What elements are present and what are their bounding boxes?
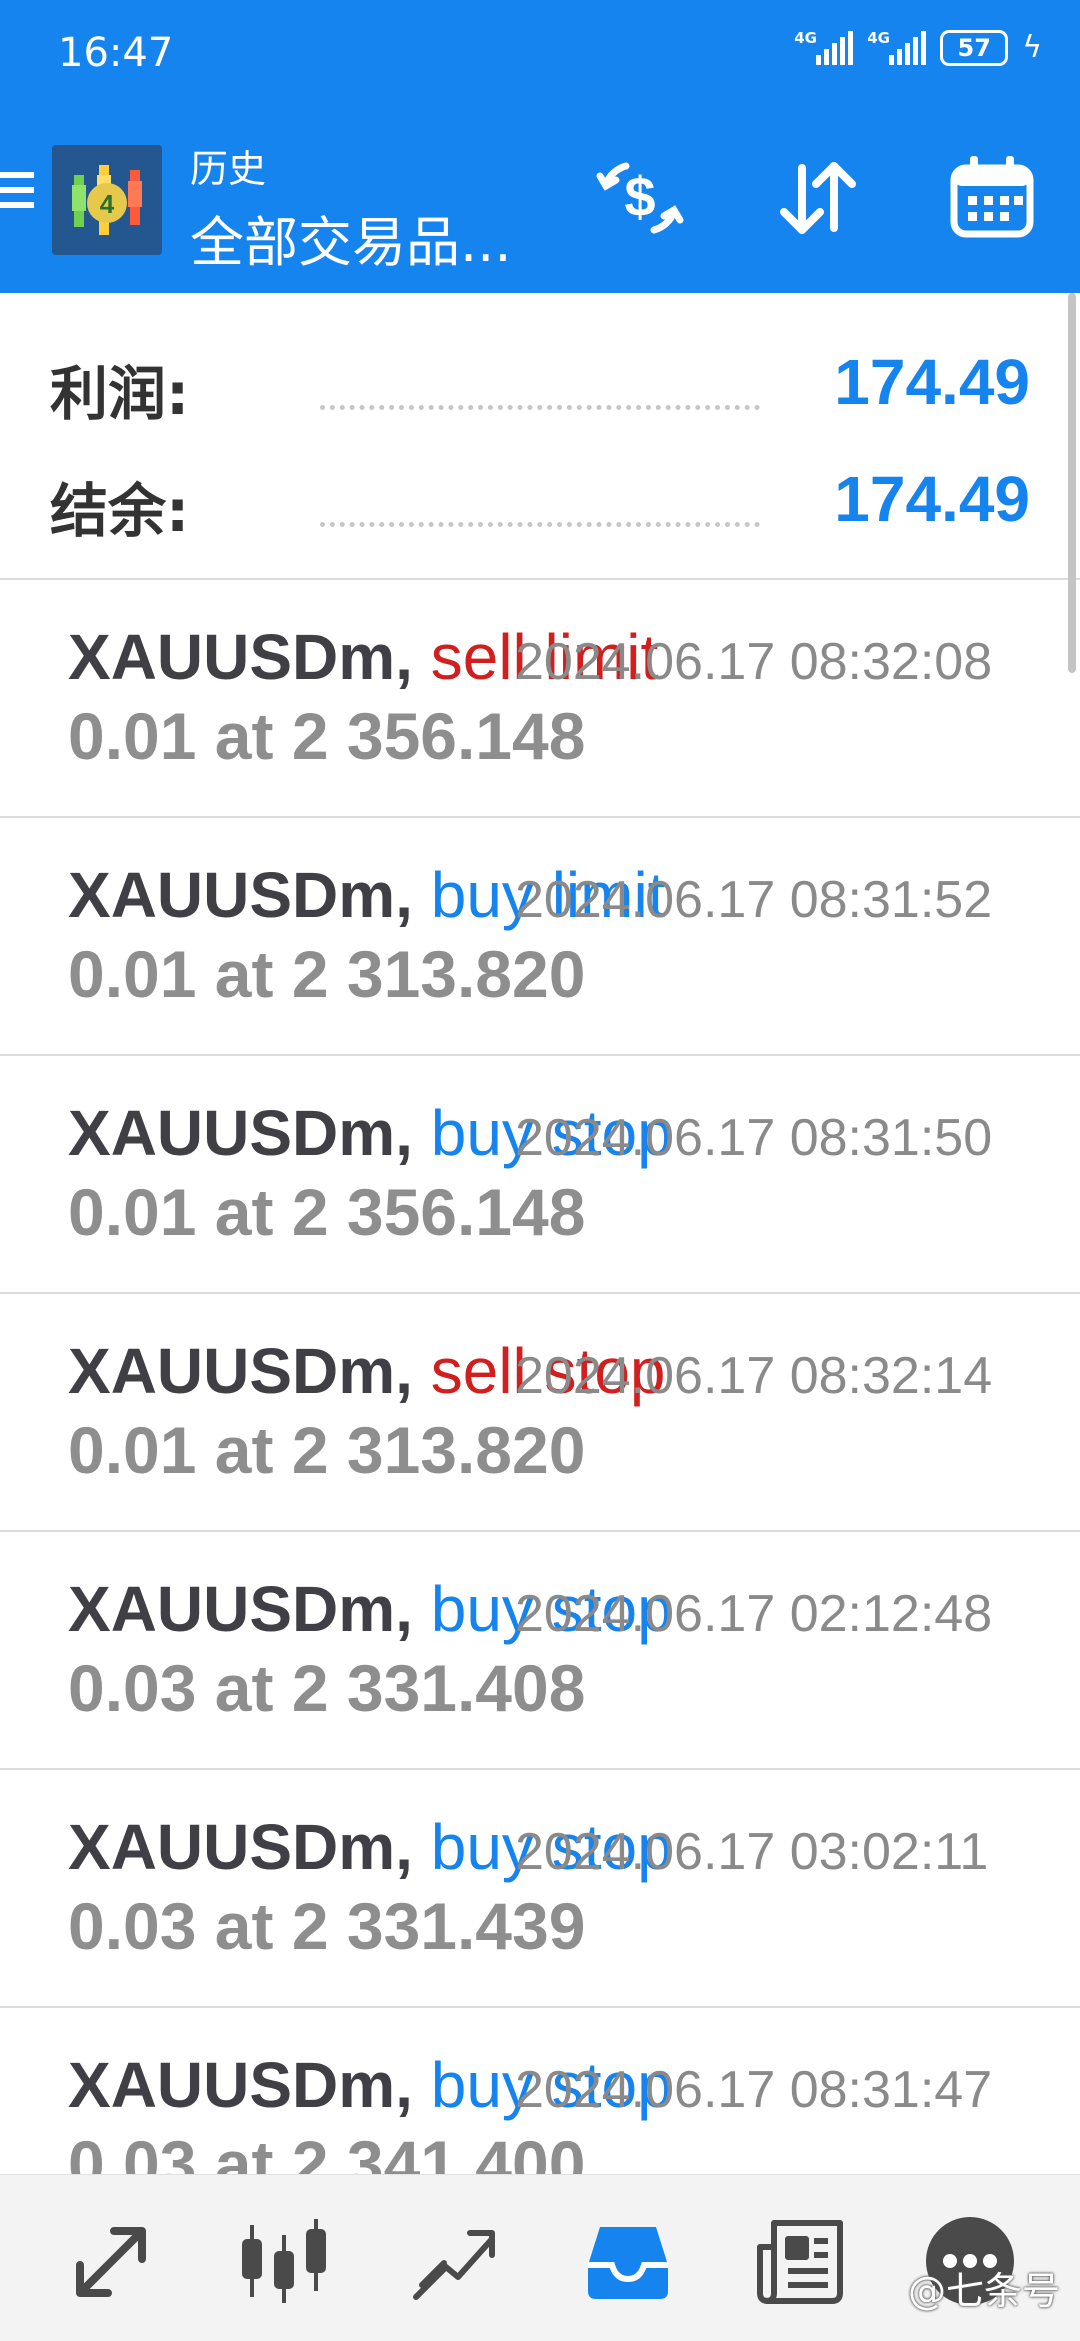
balance-label: 结余:: [50, 477, 190, 545]
order-time: 2024.06.17 08:31:52: [515, 871, 993, 929]
battery-icon: 57: [940, 30, 1009, 66]
order-volume-price: 0.01 at 2 356.148: [68, 1175, 586, 1249]
order-row[interactable]: XAUUSDm, buy stop 2024.06.17 02:12:48 0.…: [0, 1532, 1080, 1770]
order-time: 2024.06.17 08:31:47: [515, 2061, 993, 2119]
order-row[interactable]: XAUUSDm, sell limit 2024.06.17 08:32:08 …: [0, 580, 1080, 818]
order-row[interactable]: XAUUSDm, buy stop 2024.06.17 08:31:47 0.…: [0, 2008, 1080, 2174]
bottom-navigation: @七条号: [0, 2174, 1080, 2341]
trade-icon[interactable]: [406, 2213, 502, 2309]
order-volume-price: 0.01 at 2 313.820: [68, 937, 586, 1011]
order-history-list: XAUUSDm, sell limit 2024.06.17 08:32:08 …: [0, 580, 1080, 2174]
calendar-icon[interactable]: [944, 150, 1040, 246]
deposit-icon[interactable]: $: [592, 150, 688, 246]
menu-icon[interactable]: [0, 172, 34, 222]
order-volume-price: 0.01 at 2 356.148: [68, 699, 586, 773]
app-header: 16:47 4G 4G 57 ϟ 4 历史 全部交易品... $: [0, 0, 1080, 293]
profit-row: 利润: 174.49: [0, 333, 1080, 428]
status-time: 16:47: [58, 30, 174, 76]
quotes-icon[interactable]: [64, 2213, 160, 2309]
signal-icon: 4G: [867, 31, 927, 65]
order-row[interactable]: XAUUSDm, buy stop 2024.06.17 08:31:50 0.…: [0, 1056, 1080, 1294]
page-title: 历史: [190, 147, 267, 191]
order-time: 2024.06.17 08:32:08: [515, 633, 993, 691]
order-row[interactable]: XAUUSDm, buy limit 2024.06.17 08:31:52 0…: [0, 818, 1080, 1056]
order-symbol: XAUUSDm,: [68, 1811, 413, 1883]
sort-icon[interactable]: [770, 150, 866, 246]
order-symbol: XAUUSDm,: [68, 1335, 413, 1407]
history-summary: 利润: 174.49 结余: 174.49: [0, 293, 1080, 580]
charging-icon: ϟ: [1022, 30, 1042, 65]
chart-icon[interactable]: [236, 2213, 332, 2309]
status-icons: 4G 4G 57 ϟ: [794, 30, 1042, 66]
order-symbol: XAUUSDm,: [68, 1573, 413, 1645]
profit-label: 利润:: [50, 360, 190, 428]
order-volume-price: 0.03 at 2 331.408: [68, 1651, 586, 1725]
order-row[interactable]: XAUUSDm, buy stop 2024.06.17 03:02:11 0.…: [0, 1770, 1080, 2008]
order-time: 2024.06.17 08:31:50: [515, 1109, 993, 1167]
news-icon[interactable]: [752, 2213, 848, 2309]
order-time: 2024.06.17 03:02:11: [515, 1823, 989, 1881]
order-time: 2024.06.17 02:12:48: [515, 1585, 993, 1643]
profit-value: 174.49: [834, 346, 1030, 418]
symbol-filter[interactable]: 全部交易品...: [190, 198, 512, 277]
order-volume-price: 0.01 at 2 313.820: [68, 1413, 586, 1487]
balance-value: 174.49: [834, 463, 1030, 535]
history-icon[interactable]: [580, 2213, 676, 2309]
svg-text:4: 4: [100, 189, 115, 219]
order-symbol: XAUUSDm,: [68, 1097, 413, 1169]
order-time: 2024.06.17 08:32:14: [515, 1347, 993, 1405]
watermark: @七条号: [907, 2269, 1060, 2313]
leader-dots: [320, 405, 760, 410]
order-volume-price: 0.03 at 2 331.439: [68, 1889, 586, 1963]
order-row[interactable]: XAUUSDm, sell stop 2024.06.17 08:32:14 0…: [0, 1294, 1080, 1532]
order-symbol: XAUUSDm,: [68, 859, 413, 931]
app-logo: 4: [52, 145, 162, 255]
order-symbol: XAUUSDm,: [68, 621, 413, 693]
svg-text:$: $: [624, 165, 655, 228]
balance-row: 结余: 174.49: [0, 450, 1080, 545]
signal-icon: 4G: [794, 31, 854, 65]
leader-dots: [320, 522, 760, 527]
order-symbol: XAUUSDm,: [68, 2049, 413, 2121]
order-volume-price: 0.03 at 2 341.400: [68, 2127, 586, 2174]
